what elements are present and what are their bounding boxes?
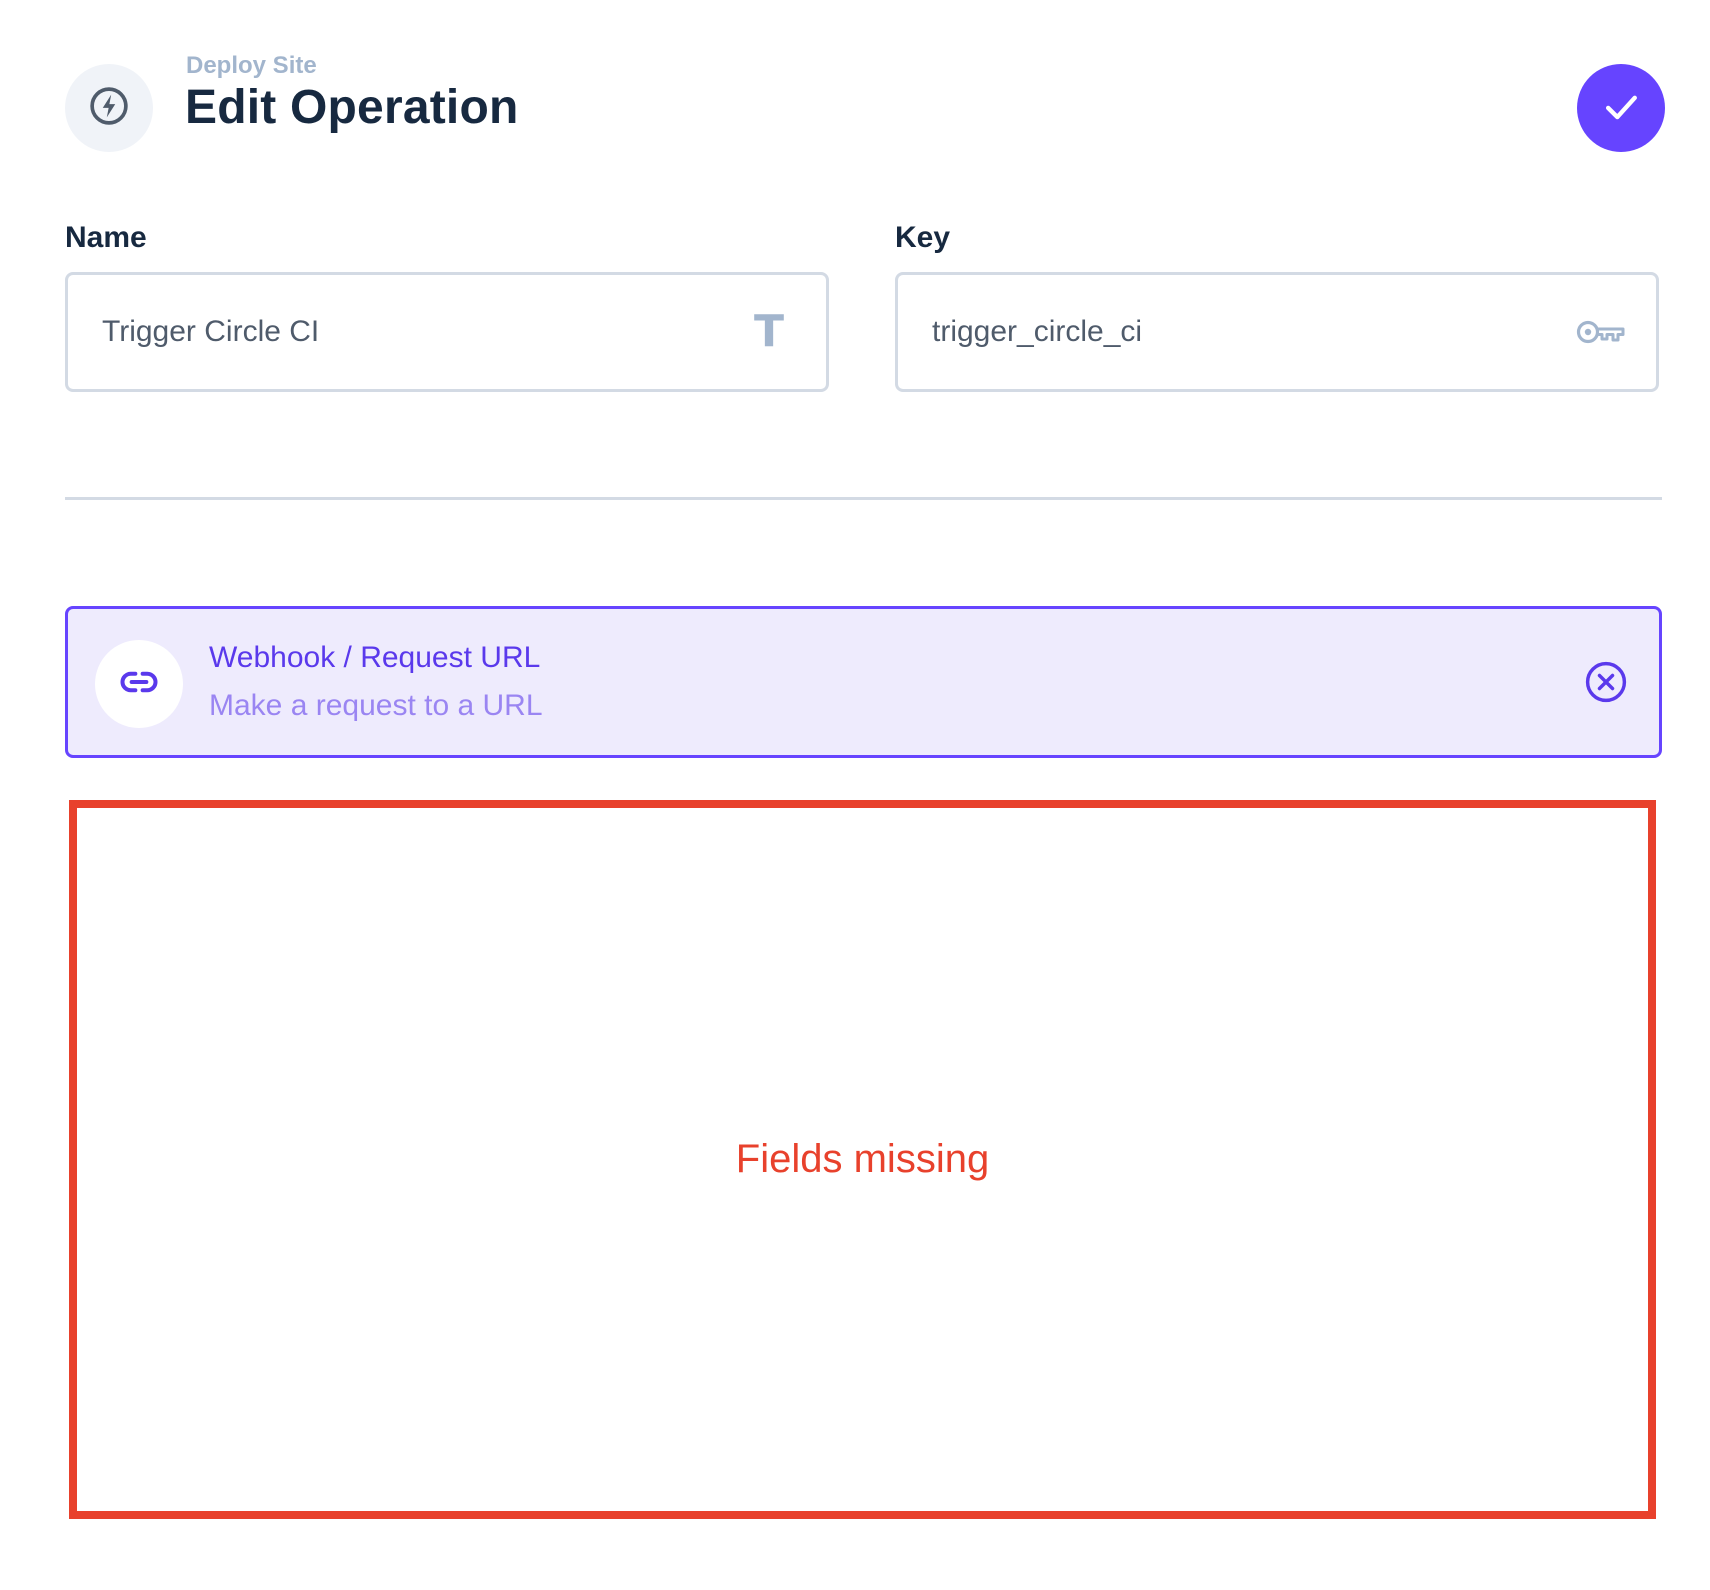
section-divider [65,497,1662,500]
operation-icon-badge [95,640,183,728]
close-circle-icon[interactable] [1583,659,1629,705]
key-label: Key [895,221,951,254]
key-icon [1576,317,1626,347]
key-input[interactable] [932,275,1572,389]
key-input-box[interactable] [895,272,1659,392]
edit-operation-page: Deploy Site Edit Operation Name T Key [0,0,1710,1590]
key-field: Key [895,218,1659,392]
bolt-icon [87,84,131,133]
save-button[interactable] [1577,64,1665,152]
header: Deploy Site Edit Operation [65,52,1665,152]
name-input[interactable] [102,275,742,389]
missing-fields-text: Fields missing [735,1137,990,1181]
breadcrumb[interactable]: Deploy Site [186,52,317,80]
name-label: Name [65,221,147,254]
name-input-box[interactable]: T [65,272,829,392]
page-title: Edit Operation [185,81,519,134]
link-icon [117,660,161,709]
text-type-icon: T [753,306,784,357]
missing-fields-placeholder: Fields missing [69,800,1656,1519]
name-field: Name T [65,218,829,392]
operation-subtitle: Make a request to a URL [209,689,543,722]
operation-type-badge [65,64,153,152]
operation-title: Webhook / Request URL [209,641,541,674]
operation-card-webhook[interactable]: Webhook / Request URL Make a request to … [65,606,1662,758]
check-icon [1599,85,1643,132]
